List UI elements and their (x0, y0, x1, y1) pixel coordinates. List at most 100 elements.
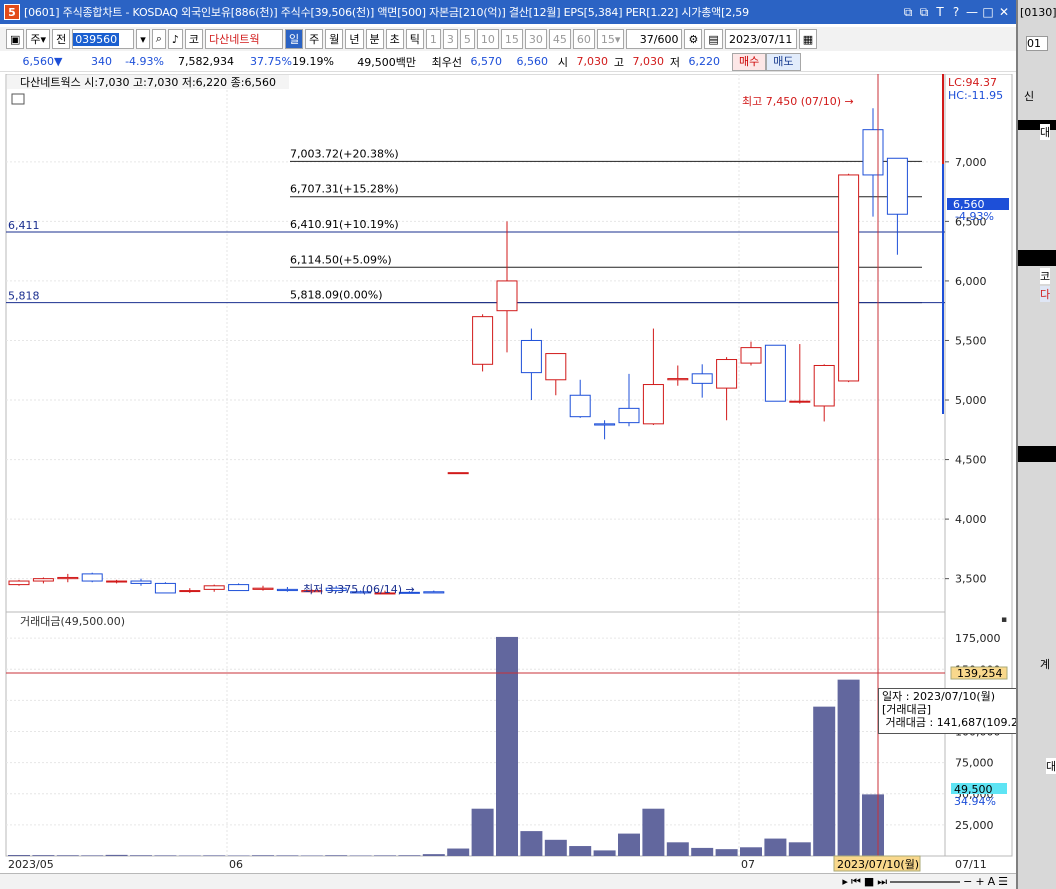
chart-canvas[interactable]: 7,0006,5006,0005,5005,0004,5004,0003,500… (0, 74, 1016, 873)
candle-body (57, 576, 79, 580)
stock-code-input[interactable]: 039560 (72, 29, 135, 49)
side-panel-item-5[interactable]: 대 (1046, 758, 1056, 774)
hc-label: HC:-11.95 (948, 89, 1003, 102)
dropdown-icon[interactable]: ▾ (136, 29, 150, 49)
side-panel-item[interactable]: 대 (1040, 124, 1051, 140)
restore-icon[interactable]: ⧉ (902, 5, 914, 20)
stock-name[interactable]: 다산네트웍 (205, 29, 284, 49)
text-icon[interactable]: T (934, 5, 946, 20)
side-panel: [0130] 01 신 대 코 다 계 대 (1016, 0, 1056, 889)
zoom-slider[interactable] (890, 880, 961, 883)
volume-bar (105, 854, 128, 856)
minute-60[interactable]: 60 (572, 29, 595, 49)
minute-3[interactable]: 3 (442, 29, 458, 49)
low-label: 저 (669, 55, 680, 69)
search-icon[interactable]: ⌕ (151, 29, 166, 49)
minute-10[interactable]: 10 (476, 29, 499, 49)
window-controls: ⧉ ⧉ T ? — □ ✕ (902, 5, 1016, 20)
minute-1[interactable]: 1 (425, 29, 441, 49)
volume-bar (715, 849, 738, 856)
calendar-icon[interactable]: ▦ (798, 29, 818, 49)
best-bid: 6,560 (516, 55, 549, 68)
volume-bar (837, 679, 860, 856)
volume-bar (642, 808, 665, 856)
current-price: 6,560 (22, 55, 55, 68)
copy-icon[interactable]: ⧉ (918, 5, 930, 20)
minute-select[interactable]: 15 ▾ (596, 29, 625, 49)
volume-bar (813, 706, 836, 856)
volume-bar (666, 842, 689, 856)
text-tool-icon[interactable]: A (988, 875, 996, 888)
maximize-icon[interactable]: □ (982, 5, 994, 20)
candle-body (545, 353, 567, 381)
candle-body (740, 347, 762, 364)
x-axis-label: 06 (229, 858, 243, 871)
side-panel-field[interactable]: 01 (1026, 36, 1048, 51)
tooltip-date-label: 일자 (882, 690, 903, 703)
interval-tick[interactable]: 틱 (405, 29, 424, 49)
settings-icon[interactable]: ⚙ (684, 29, 703, 49)
menu-icon[interactable]: ☰ (998, 875, 1008, 888)
sound-icon[interactable]: ♪ (167, 29, 183, 49)
range-button[interactable]: 전 (52, 29, 71, 49)
open-label: 시 (557, 55, 568, 69)
volume-tick-label: 25,000 (955, 819, 994, 832)
volume-bar (544, 839, 567, 856)
minute-30[interactable]: 30 (524, 29, 547, 49)
stop-icon[interactable]: ■ (864, 875, 874, 888)
window-title: [0601] 주식종합차트 - KOSDAQ 외국인보유[886(천)] 주식수… (24, 6, 749, 19)
scroll-right-icon[interactable]: ▸ (842, 875, 848, 888)
open-price: 7,030 (576, 55, 609, 68)
candle-body (32, 578, 54, 582)
interval-minute[interactable]: 분 (365, 29, 384, 49)
price-tick-label: 4,000 (955, 513, 987, 526)
interval-year[interactable]: 년 (345, 29, 364, 49)
side-panel-item-3[interactable]: 다 (1040, 286, 1051, 302)
zoom-in-icon[interactable]: + (975, 875, 984, 888)
app-icon[interactable]: 5 (4, 4, 20, 20)
volume-ratio: 37.75% (250, 55, 292, 68)
crosshair-date-label: 2023/07/10(월) (837, 858, 919, 871)
fib-label: 6,707.31(+15.28%) (290, 183, 399, 196)
close-icon[interactable]: ✕ (998, 5, 1010, 20)
volume-bar (618, 833, 640, 856)
minute-15[interactable]: 15 (500, 29, 523, 49)
volume-bar (422, 854, 445, 856)
candle-body (423, 591, 445, 594)
minute-45[interactable]: 45 (548, 29, 571, 49)
volume-bar (398, 855, 421, 856)
buy-button[interactable]: 매수 (732, 52, 767, 71)
volume-bar (862, 794, 884, 856)
period-select[interactable]: 주 ▾ (26, 29, 51, 49)
help-icon[interactable]: ? (950, 5, 962, 20)
volume-tick-label: 75,000 (955, 757, 994, 770)
candle-body (228, 584, 250, 592)
side-panel-divider (1018, 120, 1056, 130)
layout-icon[interactable]: ▣ (6, 29, 25, 49)
volume-bar (569, 846, 592, 856)
interval-second[interactable]: 초 (385, 29, 404, 49)
count-input[interactable]: 37/600 (626, 29, 683, 49)
minimize-icon[interactable]: — (966, 5, 978, 20)
price-tick-label: 5,500 (955, 334, 987, 347)
candle-body (276, 588, 298, 592)
zoom-out-icon[interactable]: − (963, 875, 972, 888)
x-axis-label: 07 (741, 858, 755, 871)
interval-week[interactable]: 주 (305, 29, 324, 49)
side-panel-item-2[interactable]: 코 (1040, 268, 1051, 284)
interval-month[interactable]: 월 (325, 29, 344, 49)
candle-body (130, 580, 152, 584)
minute-5[interactable]: 5 (459, 29, 475, 49)
rewind-icon[interactable]: ⏮ (851, 875, 861, 889)
interval-day[interactable]: 일 (285, 29, 304, 49)
table-icon (11, 93, 25, 105)
volume-current-pct: 34.94% (954, 795, 996, 808)
fib-label: 7,003.72(+20.38%) (290, 147, 399, 160)
forward-icon[interactable]: ⏭ (877, 875, 887, 889)
volume-panel-close-icon: ▪ (1001, 615, 1007, 625)
chart-toolbar: ▣ 주 ▾ 전 039560 ▾ ⌕ ♪ 코 다산네트웍 일 주 월 년 분 초 … (0, 27, 1016, 51)
sell-button[interactable]: 매도 (766, 52, 801, 71)
save-icon[interactable]: ▤ (704, 29, 723, 49)
date-input[interactable]: 2023/07/11 (724, 29, 797, 49)
volume-bar (276, 855, 299, 856)
